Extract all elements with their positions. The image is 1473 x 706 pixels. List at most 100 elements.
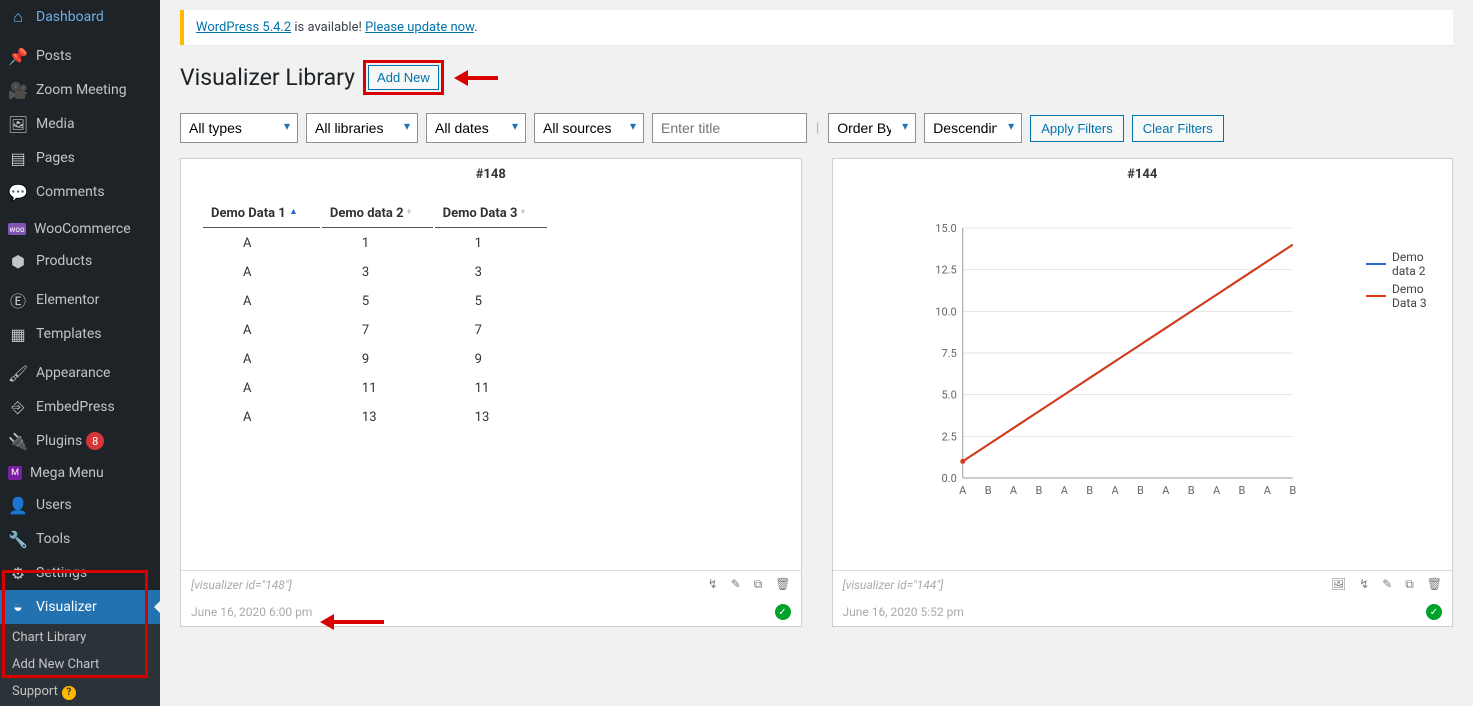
chart-shortcode: [visualizer id="148"] [191, 578, 292, 592]
legend-swatch [1366, 295, 1386, 297]
svg-text:12.5: 12.5 [935, 264, 956, 277]
edit-icon[interactable]: ✎ [1382, 577, 1392, 591]
elementor-icon: Ⓔ [8, 290, 28, 310]
svg-text:5.0: 5.0 [941, 389, 956, 402]
submenu-add-new-chart[interactable]: Add New Chart [0, 651, 160, 678]
sidebar-item-templates[interactable]: ▦Templates [0, 317, 160, 351]
table-row: A55 [203, 288, 547, 315]
svg-text:15.0: 15.0 [935, 222, 956, 235]
table-row: A33 [203, 259, 547, 286]
table-header[interactable]: Demo data 2 ♦ [322, 200, 433, 228]
chart-title: #144 [833, 159, 1453, 190]
update-now-link[interactable]: Please update now [365, 20, 474, 35]
filter-direction[interactable]: Descending [924, 113, 1022, 143]
clone-icon[interactable]: ⧉ [1405, 577, 1414, 591]
woo-icon: woo [8, 223, 26, 235]
product-icon: ⬢ [8, 251, 28, 271]
sidebar-item-elementor[interactable]: ⒺElementor [0, 283, 160, 317]
wp-version-link[interactable]: WordPress 5.4.2 [196, 20, 291, 35]
sort-icon: ♦ [521, 207, 526, 217]
svg-text:10.0: 10.0 [935, 305, 956, 318]
sidebar-item-zoom[interactable]: 🎥Zoom Meeting [0, 73, 160, 107]
sidebar-item-plugins[interactable]: 🔌Plugins8 [0, 424, 160, 458]
svg-text:B: B [1137, 484, 1144, 497]
status-ok-icon: ✓ [1426, 604, 1442, 620]
sidebar-item-tools[interactable]: 🔧Tools [0, 522, 160, 556]
filter-sources[interactable]: All sources [534, 113, 644, 143]
svg-text:A: A [959, 484, 967, 497]
filter-orderby[interactable]: Order By [828, 113, 916, 143]
sidebar-item-comments[interactable]: 💬Comments [0, 175, 160, 209]
legend-swatch [1366, 263, 1386, 265]
svg-text:A: A [1060, 484, 1068, 497]
sidebar-item-woocommerce[interactable]: wooWooCommerce [0, 214, 160, 244]
visualizer-submenu: Chart Library Add New Chart Support? [0, 624, 160, 706]
filter-dates[interactable]: All dates [426, 113, 526, 143]
page-header: Visualizer Library Add New [180, 60, 1453, 95]
filter-libraries[interactable]: All libraries [306, 113, 418, 143]
table-row: A99 [203, 346, 547, 373]
table-header[interactable]: Demo Data 1 ▲ [203, 200, 320, 228]
chart-title: #148 [181, 159, 801, 190]
settings-icon: ⚙ [8, 563, 28, 583]
svg-text:B: B [1086, 484, 1093, 497]
image-icon[interactable]: 🖼 [1331, 577, 1346, 591]
templates-icon: ▦ [8, 324, 28, 344]
svg-text:B: B [1035, 484, 1042, 497]
submenu-support[interactable]: Support? [0, 678, 160, 706]
export-icon[interactable]: ↯ [1359, 577, 1369, 591]
sidebar-item-products[interactable]: ⬢Products [0, 244, 160, 278]
chart-timestamp: June 16, 2020 5:52 pm [843, 605, 964, 619]
dashboard-icon: ⌂ [8, 7, 28, 27]
add-new-button[interactable]: Add New [368, 65, 439, 90]
apply-filters-button[interactable]: Apply Filters [1030, 115, 1124, 142]
status-ok-icon: ✓ [775, 604, 791, 620]
sidebar-item-megamenu[interactable]: MMega Menu [0, 458, 160, 488]
sidebar-item-posts[interactable]: 📌Posts [0, 39, 160, 73]
sidebar-item-users[interactable]: 👤Users [0, 488, 160, 522]
plug-icon: 🔌 [8, 431, 28, 451]
sidebar-item-visualizer[interactable]: ◒Visualizer [0, 590, 160, 624]
user-icon: 👤 [8, 495, 28, 515]
wrench-icon: 🔧 [8, 529, 28, 549]
sidebar-item-dashboard[interactable]: ⌂Dashboard [0, 0, 160, 34]
table-header[interactable]: Demo Data 3 ♦ [435, 200, 547, 228]
sidebar-item-embedpress[interactable]: ⎆EmbedPress [0, 390, 160, 424]
delete-icon[interactable]: 🗑 [775, 577, 790, 591]
sort-asc-icon: ▲ [289, 207, 298, 217]
annotation-arrow-submenu [320, 614, 384, 630]
clear-filters-button[interactable]: Clear Filters [1132, 115, 1224, 142]
sidebar-item-media[interactable]: 🖼Media [0, 107, 160, 141]
svg-text:7.5: 7.5 [941, 347, 956, 360]
filter-types[interactable]: All types [180, 113, 298, 143]
sidebar-item-settings[interactable]: ⚙Settings [0, 556, 160, 590]
export-icon[interactable]: ↯ [708, 577, 718, 591]
svg-text:2.5: 2.5 [941, 430, 956, 443]
clone-icon[interactable]: ⧉ [754, 577, 763, 591]
chart-card-144: #144 0.02.55.07.510.012.515.0ABABABABABA… [832, 158, 1454, 627]
svg-text:B: B [1238, 484, 1245, 497]
table-row: A11 [203, 230, 547, 257]
chart-icon: ◒ [8, 597, 28, 617]
annotation-box-addnew: Add New [363, 60, 444, 95]
chart-table: Demo Data 1 ▲ Demo data 2 ♦ Demo Data 3 … [201, 198, 549, 433]
embed-icon: ⎆ [8, 397, 28, 417]
svg-text:A: A [1162, 484, 1170, 497]
svg-text:0.0: 0.0 [941, 472, 956, 485]
table-row: A77 [203, 317, 547, 344]
edit-icon[interactable]: ✎ [731, 577, 741, 591]
annotation-arrow-addnew [454, 70, 498, 86]
pin-icon: 📌 [8, 46, 28, 66]
sidebar-item-pages[interactable]: ▤Pages [0, 141, 160, 175]
sidebar-item-appearance[interactable]: 🖌Appearance [0, 356, 160, 390]
svg-text:A: A [1263, 484, 1271, 497]
video-icon: 🎥 [8, 80, 28, 100]
svg-text:A: A [1111, 484, 1119, 497]
sort-icon: ♦ [407, 207, 412, 217]
main-content: WordPress 5.4.2 is available! Please upd… [160, 0, 1473, 706]
filter-title-input[interactable] [652, 113, 807, 143]
delete-icon[interactable]: 🗑 [1427, 577, 1442, 591]
chart-timestamp: June 16, 2020 6:00 pm [191, 605, 312, 619]
svg-text:A: A [1009, 484, 1017, 497]
submenu-chart-library[interactable]: Chart Library [0, 624, 160, 651]
